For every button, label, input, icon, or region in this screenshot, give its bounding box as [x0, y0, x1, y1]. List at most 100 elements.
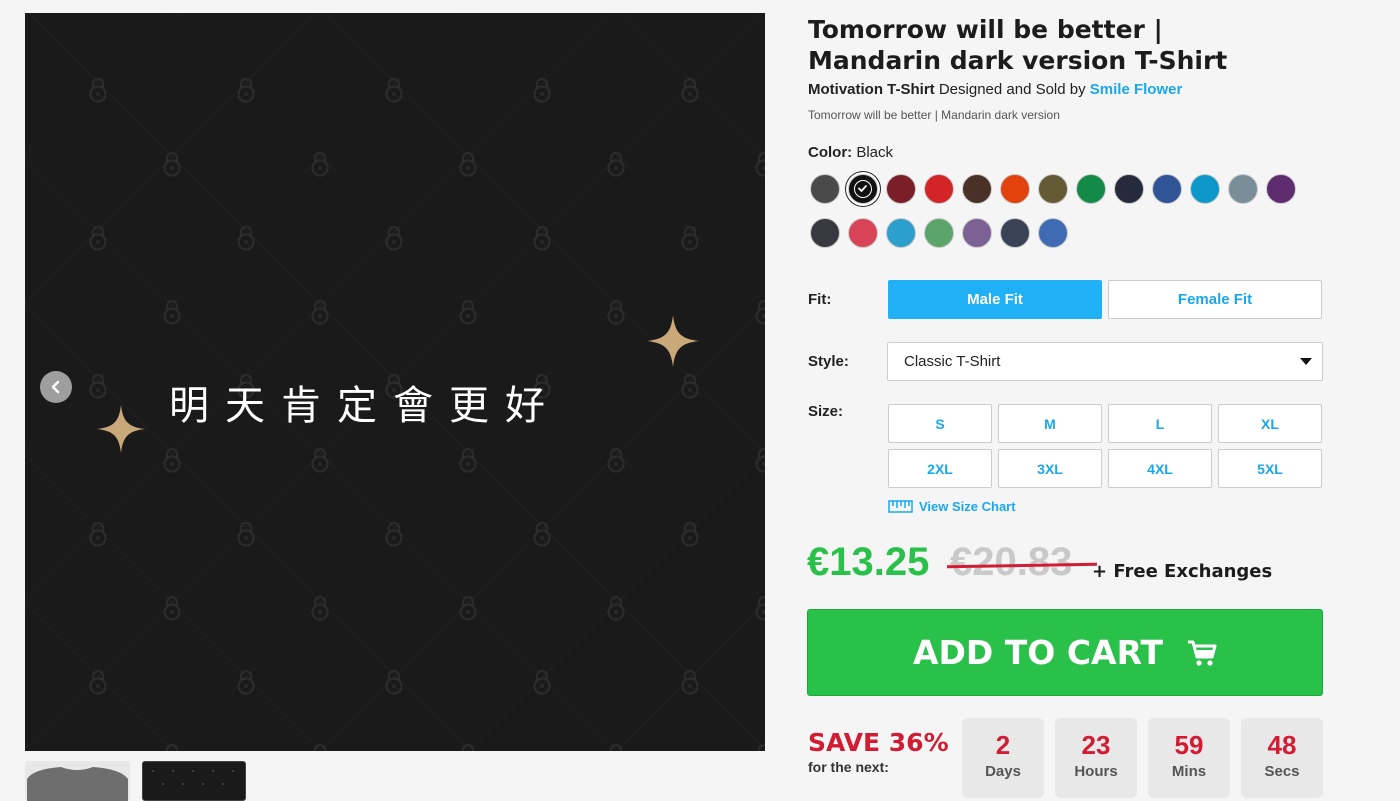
lock-watermark-icon [607, 595, 625, 621]
lock-watermark-icon [533, 521, 551, 547]
lock-watermark-icon [385, 77, 403, 103]
check-icon [854, 180, 872, 198]
lock-watermark-icon [607, 743, 625, 751]
lock-watermark-icon [311, 299, 329, 325]
fit-label: Fit: [808, 291, 832, 308]
color-swatch-heather-green[interactable] [924, 218, 954, 248]
lock-watermark-icon [681, 77, 699, 103]
color-label: Color: Black [808, 144, 893, 161]
size-button-2xl[interactable]: 2XL [888, 449, 992, 488]
size-button-xl[interactable]: XL [1218, 404, 1322, 443]
style-select[interactable]: Classic T-Shirt [887, 342, 1323, 381]
lock-watermark-icon [163, 151, 181, 177]
fit-male-button[interactable]: Male Fit [888, 280, 1102, 319]
size-label: Size: [808, 403, 844, 420]
lock-watermark-icon [755, 743, 765, 751]
lock-watermark-icon [237, 669, 255, 695]
size-button-3xl[interactable]: 3XL [998, 449, 1102, 488]
chevron-left-icon [51, 380, 60, 394]
countdown-mins: 59 Mins [1148, 718, 1230, 798]
lock-watermark-icon [237, 77, 255, 103]
lock-watermark-icon [163, 447, 181, 473]
sale-banner: SAVE 36% for the next: [808, 728, 949, 775]
style-label: Style: [808, 353, 849, 370]
color-swatch-heather-purple[interactable] [962, 218, 992, 248]
lock-watermark-icon [89, 77, 107, 103]
color-swatch-purple[interactable] [1266, 174, 1296, 204]
design-text: 明天肯定會更好 [169, 383, 561, 429]
size-button-s[interactable]: S [888, 404, 992, 443]
fit-female-button[interactable]: Female Fit [1108, 280, 1322, 319]
thumbnail-design[interactable] [142, 761, 246, 801]
countdown-days-value: 2 [995, 730, 1011, 760]
lock-watermark-icon [459, 299, 477, 325]
lock-watermark-icon [237, 521, 255, 547]
countdown-mins-unit: Mins [1171, 763, 1207, 780]
size-button-m[interactable]: M [998, 404, 1102, 443]
add-to-cart-button[interactable]: ADD TO CART [807, 609, 1323, 696]
lock-watermark-icon [89, 225, 107, 251]
size-chart-link[interactable]: View Size Chart [888, 499, 1016, 514]
size-button-l[interactable]: L [1108, 404, 1212, 443]
thumbnail-tshirt[interactable] [25, 761, 130, 801]
color-swatch-orange[interactable] [1000, 174, 1030, 204]
color-swatch-slate-grey[interactable] [1228, 174, 1258, 204]
ruler-icon [888, 500, 913, 513]
color-swatch-maroon[interactable] [886, 174, 916, 204]
color-swatch-kelly-green[interactable] [1076, 174, 1106, 204]
color-swatch-brown[interactable] [962, 174, 992, 204]
size-button-4xl[interactable]: 4XL [1108, 449, 1212, 488]
tshirt-thumbnail-icon [27, 767, 128, 801]
lock-watermark-icon [459, 447, 477, 473]
lock-watermark-icon [163, 299, 181, 325]
lock-watermark-icon [237, 225, 255, 251]
current-price: €13.25 [807, 540, 930, 584]
lock-watermark-icon [385, 521, 403, 547]
color-swatch-heather-royal[interactable] [1038, 218, 1068, 248]
color-swatch-charcoal[interactable] [810, 174, 840, 204]
lock-watermark-icon [311, 447, 329, 473]
save-percent: SAVE 36% [808, 728, 949, 757]
caret-down-icon [1300, 358, 1312, 365]
lock-watermark-icon [89, 669, 107, 695]
countdown-secs-unit: Secs [1264, 763, 1300, 780]
color-swatch-sapphire[interactable] [1190, 174, 1220, 204]
lock-watermark-icon [311, 151, 329, 177]
countdown-mins-value: 59 [1174, 730, 1204, 760]
countdown-days-unit: Days [985, 763, 1021, 780]
countdown-secs-value: 48 [1267, 730, 1297, 760]
color-swatch-heather-dark-grey[interactable] [810, 218, 840, 248]
color-swatch-navy[interactable] [1114, 174, 1144, 204]
lock-watermark-icon [459, 595, 477, 621]
gallery-prev-button[interactable] [40, 371, 72, 403]
product-byline: Motivation T-Shirt Designed and Sold by … [808, 81, 1182, 98]
lock-watermark-icon [385, 669, 403, 695]
add-to-cart-label: ADD TO CART [912, 633, 1164, 672]
lock-watermark-icon [755, 151, 765, 177]
lock-watermark-icon [163, 595, 181, 621]
color-swatch-military-green[interactable] [1038, 174, 1068, 204]
product-category: Motivation T-Shirt [808, 81, 935, 98]
lock-watermark-icon [459, 151, 477, 177]
sparkle-icon [647, 315, 699, 367]
color-swatch-royal-blue[interactable] [1152, 174, 1182, 204]
color-swatch-black[interactable] [848, 174, 878, 204]
lock-watermark-icon [607, 447, 625, 473]
seller-link[interactable]: Smile Flower [1090, 81, 1183, 98]
lock-watermark-icon [755, 595, 765, 621]
selected-color: Black [856, 144, 894, 161]
lock-watermark-icon [385, 225, 403, 251]
cart-icon [1188, 640, 1217, 666]
design-thumbnail-icon [152, 770, 234, 785]
size-button-5xl[interactable]: 5XL [1218, 449, 1322, 488]
size-chart-text: View Size Chart [919, 499, 1016, 514]
lock-watermark-icon [533, 225, 551, 251]
lock-watermark-icon [459, 743, 477, 751]
free-exchanges: + Free Exchanges [1092, 561, 1273, 582]
color-swatch-heather-red[interactable] [848, 218, 878, 248]
color-swatch-red[interactable] [924, 174, 954, 204]
product-title: Tomorrow will be better | Mandarin dark … [808, 15, 1228, 75]
lock-watermark-icon [681, 225, 699, 251]
color-swatch-heather-sapphire[interactable] [886, 218, 916, 248]
color-swatch-heather-navy[interactable] [1000, 218, 1030, 248]
